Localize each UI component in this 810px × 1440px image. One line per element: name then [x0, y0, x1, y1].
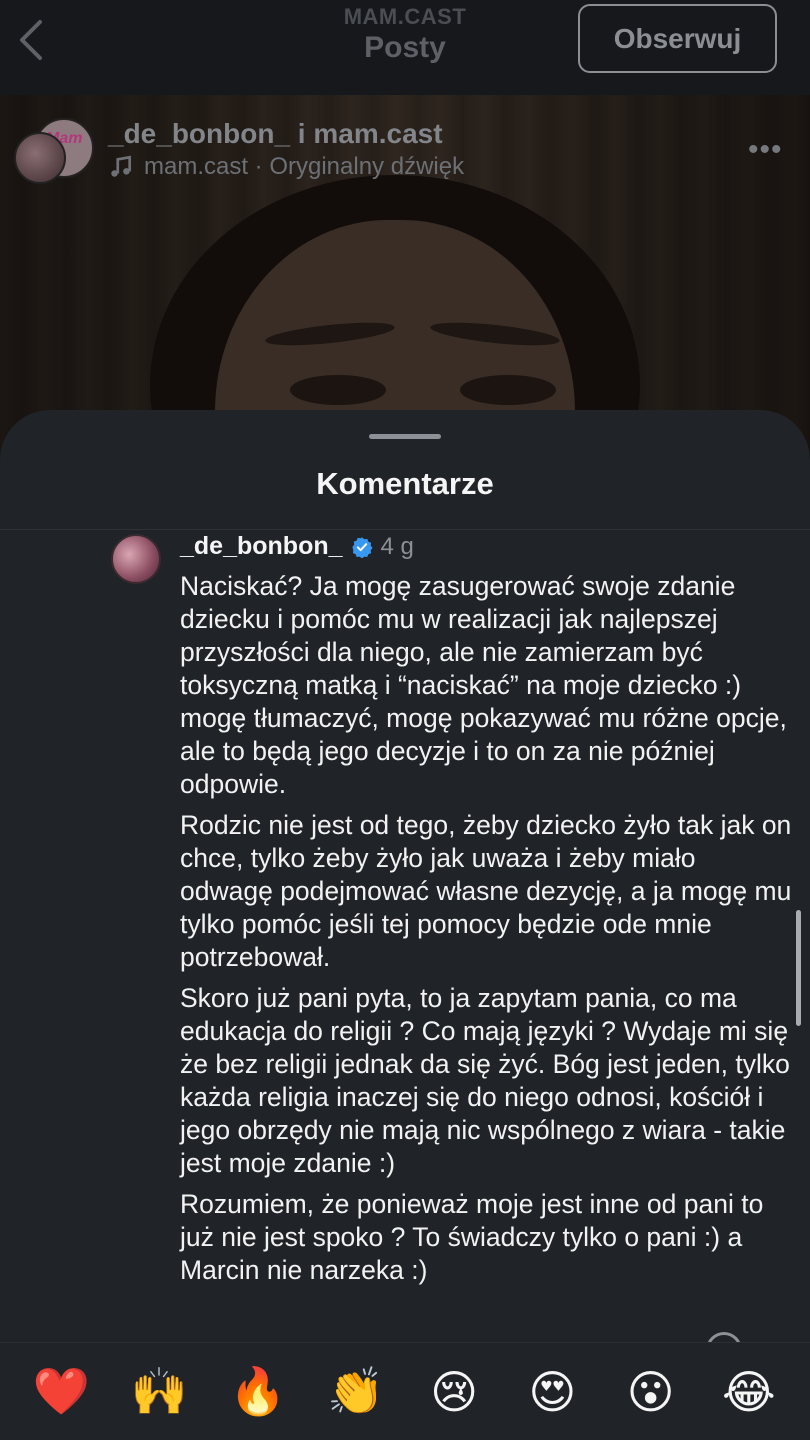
comment-paragraph: Naciskać? Ja mogę zasugerować swoje zdan…	[180, 571, 787, 799]
reaction-surprised-face[interactable]: 😮	[621, 1362, 681, 1422]
reaction-raising-hands[interactable]: 🙌	[129, 1362, 189, 1422]
music-note-icon	[111, 155, 132, 177]
reaction-heart-eyes[interactable]: 😍	[522, 1362, 582, 1422]
reaction-crying-face[interactable]: 😢	[424, 1362, 484, 1422]
follow-button[interactable]: Obserwuj	[578, 4, 777, 73]
verified-badge-icon	[351, 536, 373, 558]
comment-paragraph: Rodzic nie jest od tego, żeby dziecko ży…	[180, 810, 792, 972]
audio-label: mam.cast · Oryginalny dźwięk	[144, 153, 465, 180]
reaction-laughing-tears[interactable]: 😂	[719, 1362, 779, 1422]
comment-text: Naciskać? Ja mogę zasugerować swoje zdan…	[180, 570, 792, 1295]
author-avatar	[14, 132, 66, 184]
comment-timestamp: 4 g	[380, 532, 414, 560]
scrollbar[interactable]	[796, 910, 801, 1026]
comment-username[interactable]: _de_bonbon_	[180, 532, 343, 561]
post-avatars[interactable]: Mam	[14, 118, 94, 188]
drag-handle[interactable]	[369, 434, 441, 439]
sheet-title: Komentarze	[316, 466, 494, 501]
comment-paragraph: Rozumiem, że ponieważ moje jest inne od …	[180, 1189, 764, 1285]
post-author-line[interactable]: _de_bonbon_ i mam.cast	[108, 118, 443, 150]
comment-avatar[interactable]	[111, 534, 161, 584]
comments-sheet: Komentarze _de_bonbon_ 4 g Naciskać? Ja …	[0, 410, 810, 1440]
reaction-red-heart[interactable]: ❤️	[31, 1362, 91, 1422]
reaction-fire[interactable]: 🔥	[228, 1362, 288, 1422]
comment-header: _de_bonbon_ 4 g	[180, 532, 414, 561]
top-bar: MAM.CAST Posty Obserwuj	[0, 0, 810, 95]
divider	[0, 529, 810, 530]
post-audio-line[interactable]: mam.cast · Oryginalny dźwięk	[108, 153, 464, 181]
comment-paragraph: Skoro już pani pyta, to ja zapytam pania…	[180, 983, 790, 1178]
quick-reactions-bar: ❤️ 🙌 🔥 👏 😢 😍 😮 😂	[0, 1342, 810, 1440]
more-options-icon[interactable]: •••	[748, 135, 784, 165]
reaction-clapping-hands[interactable]: 👏	[326, 1362, 386, 1422]
